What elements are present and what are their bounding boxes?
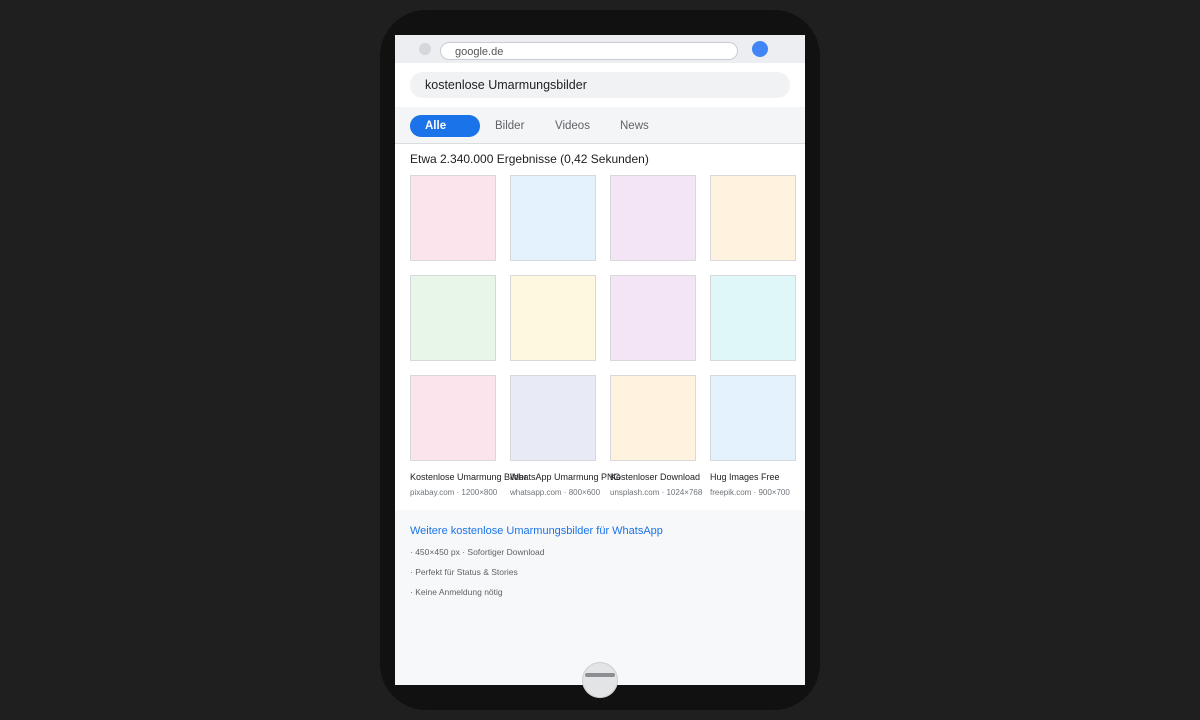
tab-bilder[interactable]: Bilder xyxy=(495,115,524,137)
image-caption-meta: pixabay.com · 1200×800 xyxy=(410,488,498,497)
image-caption-title[interactable]: Hug Images Free xyxy=(710,472,780,482)
browser-bar: google.de xyxy=(395,35,805,63)
home-button[interactable] xyxy=(582,662,618,698)
result-stats: Etwa 2.340.000 Ergebnisse (0,42 Sekunden… xyxy=(410,152,649,166)
image-thumbnail[interactable] xyxy=(410,175,496,261)
image-thumbnail[interactable] xyxy=(710,275,796,361)
image-thumbnail[interactable] xyxy=(510,275,596,361)
image-thumbnail[interactable] xyxy=(710,175,796,261)
tab-news[interactable]: News xyxy=(620,115,649,137)
avatar[interactable] xyxy=(752,41,768,57)
search-tabs: Alle Bilder Videos News xyxy=(395,107,805,144)
more-bullet: · Keine Anmeldung nötig xyxy=(410,587,503,597)
image-thumbnail[interactable] xyxy=(510,375,596,461)
tab-videos[interactable]: Videos xyxy=(555,115,590,137)
browser-menu-dot[interactable] xyxy=(419,43,431,55)
search-area: kostenlose Umarmungsbilder xyxy=(395,63,805,107)
image-thumbnail[interactable] xyxy=(610,275,696,361)
more-bullet: · Perfekt für Status & Stories xyxy=(410,567,518,577)
image-caption-title[interactable]: WhatsApp Umarmung PNG xyxy=(510,472,621,482)
image-thumbnail[interactable] xyxy=(410,375,496,461)
image-caption-meta: freepik.com · 900×700 xyxy=(710,488,790,497)
more-bullet: · 450×450 px · Sofortiger Download xyxy=(410,547,545,557)
image-caption-meta: unsplash.com · 1024×768 xyxy=(610,488,703,497)
phone-screen: google.de kostenlose Umarmungsbilder All… xyxy=(395,35,805,685)
image-thumbnail[interactable] xyxy=(510,175,596,261)
image-caption-meta: whatsapp.com · 800×600 xyxy=(510,488,601,497)
image-caption-title[interactable]: Kostenloser Download xyxy=(610,472,700,482)
tab-alle[interactable]: Alle xyxy=(410,115,480,137)
search-input[interactable]: kostenlose Umarmungsbilder xyxy=(410,72,790,98)
image-thumbnail[interactable] xyxy=(610,175,696,261)
home-indicator-icon xyxy=(585,673,615,677)
url-bar[interactable]: google.de xyxy=(440,42,738,60)
image-results: Etwa 2.340.000 Ergebnisse (0,42 Sekunden… xyxy=(395,144,805,510)
image-thumbnail[interactable] xyxy=(610,375,696,461)
image-thumbnail[interactable] xyxy=(410,275,496,361)
image-thumbnail[interactable] xyxy=(710,375,796,461)
more-results-link[interactable]: Weitere kostenlose Umarmungsbilder für W… xyxy=(410,525,663,537)
